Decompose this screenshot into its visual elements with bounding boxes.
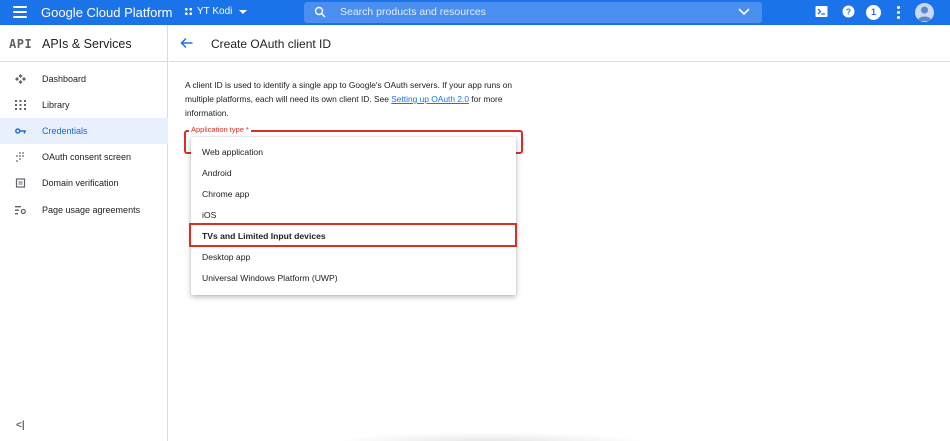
sidebar-item-label: Page usage agreements: [42, 205, 141, 215]
key-icon: [15, 128, 26, 134]
terminal-icon[interactable]: [815, 5, 828, 18]
sidebar-item-domain-verification[interactable]: Domain verification: [0, 170, 168, 196]
collapse-sidebar-button[interactable]: <|: [16, 420, 25, 431]
page-header: Create OAuth client ID: [169, 25, 950, 62]
sidebar-item-credentials[interactable]: Credentials: [0, 118, 168, 144]
application-type-dropdown: Web application Android Chrome app iOS T…: [189, 137, 517, 295]
search-bar[interactable]: Search products and resources: [304, 2, 762, 23]
option-label: Universal Windows Platform (UWP): [202, 273, 338, 283]
option-chrome-app[interactable]: Chrome app: [191, 183, 516, 204]
sidebar-header: API APIs & Services: [0, 25, 168, 62]
sidebar-item-label: Dashboard: [42, 74, 87, 84]
project-name: YT Kodi: [197, 6, 233, 17]
checkbox-icon: [15, 178, 26, 188]
avatar[interactable]: [915, 3, 934, 22]
option-label: Chrome app: [202, 189, 250, 199]
sidebar-item-dashboard[interactable]: Dashboard: [0, 66, 168, 92]
description-text: A client ID is used to identify a single…: [185, 78, 530, 120]
bottom-shadow: [330, 432, 650, 441]
application-type-label: Application type *: [189, 125, 251, 134]
project-selector[interactable]: YT Kodi: [184, 6, 248, 17]
chevron-down-icon[interactable]: [738, 8, 750, 16]
top-app-bar: Google Cloud Platform YT Kodi Search pro…: [0, 0, 950, 25]
svg-text:?: ?: [846, 7, 851, 17]
menu-icon[interactable]: [13, 6, 27, 18]
app-title[interactable]: Google Cloud Platform: [41, 5, 173, 20]
back-arrow-icon[interactable]: [180, 37, 193, 49]
project-icon: [184, 7, 193, 16]
setting-up-oauth-link[interactable]: Setting up OAuth 2.0: [391, 94, 469, 104]
sidebar-item-label: OAuth consent screen: [42, 152, 132, 162]
chevron-down-icon: [239, 9, 248, 14]
sidebar-item-label: Credentials: [42, 126, 88, 136]
library-icon: [15, 100, 26, 110]
option-desktop-app[interactable]: Desktop app: [191, 246, 516, 267]
option-label: Android: [202, 168, 232, 178]
sidebar: API APIs & Services Dashboard Library Cr…: [0, 25, 168, 441]
option-uwp[interactable]: Universal Windows Platform (UWP): [191, 267, 516, 288]
more-vert-icon[interactable]: [897, 6, 900, 21]
consent-icon: [16, 152, 24, 162]
dashboard-icon: [15, 74, 26, 84]
option-android[interactable]: Android: [191, 162, 516, 183]
sidebar-item-oauth-consent[interactable]: OAuth consent screen: [0, 144, 168, 170]
option-ios[interactable]: iOS: [191, 204, 516, 225]
option-label: Desktop app: [202, 252, 251, 262]
option-web-application[interactable]: Web application: [191, 141, 516, 162]
page-title: Create OAuth client ID: [211, 37, 332, 51]
user-icon: [917, 6, 932, 21]
sidebar-item-label: Domain verification: [42, 178, 119, 188]
option-label: TVs and Limited Input devices: [202, 231, 326, 241]
option-label: iOS: [202, 210, 217, 220]
settings-icon: [15, 206, 26, 215]
option-label: Web application: [202, 147, 263, 157]
sidebar-item-library[interactable]: Library: [0, 92, 168, 118]
search-input[interactable]: Search products and resources: [340, 6, 486, 18]
help-icon[interactable]: ?: [842, 5, 855, 18]
sidebar-item-page-usage[interactable]: Page usage agreements: [0, 197, 168, 223]
sidebar-item-label: Library: [42, 100, 70, 110]
search-icon: [314, 6, 326, 18]
option-tvs-limited-input[interactable]: TVs and Limited Input devices: [189, 223, 517, 247]
sidebar-title: APIs & Services: [42, 37, 132, 51]
notification-badge[interactable]: 1: [866, 5, 881, 20]
api-logo: API: [9, 37, 33, 51]
